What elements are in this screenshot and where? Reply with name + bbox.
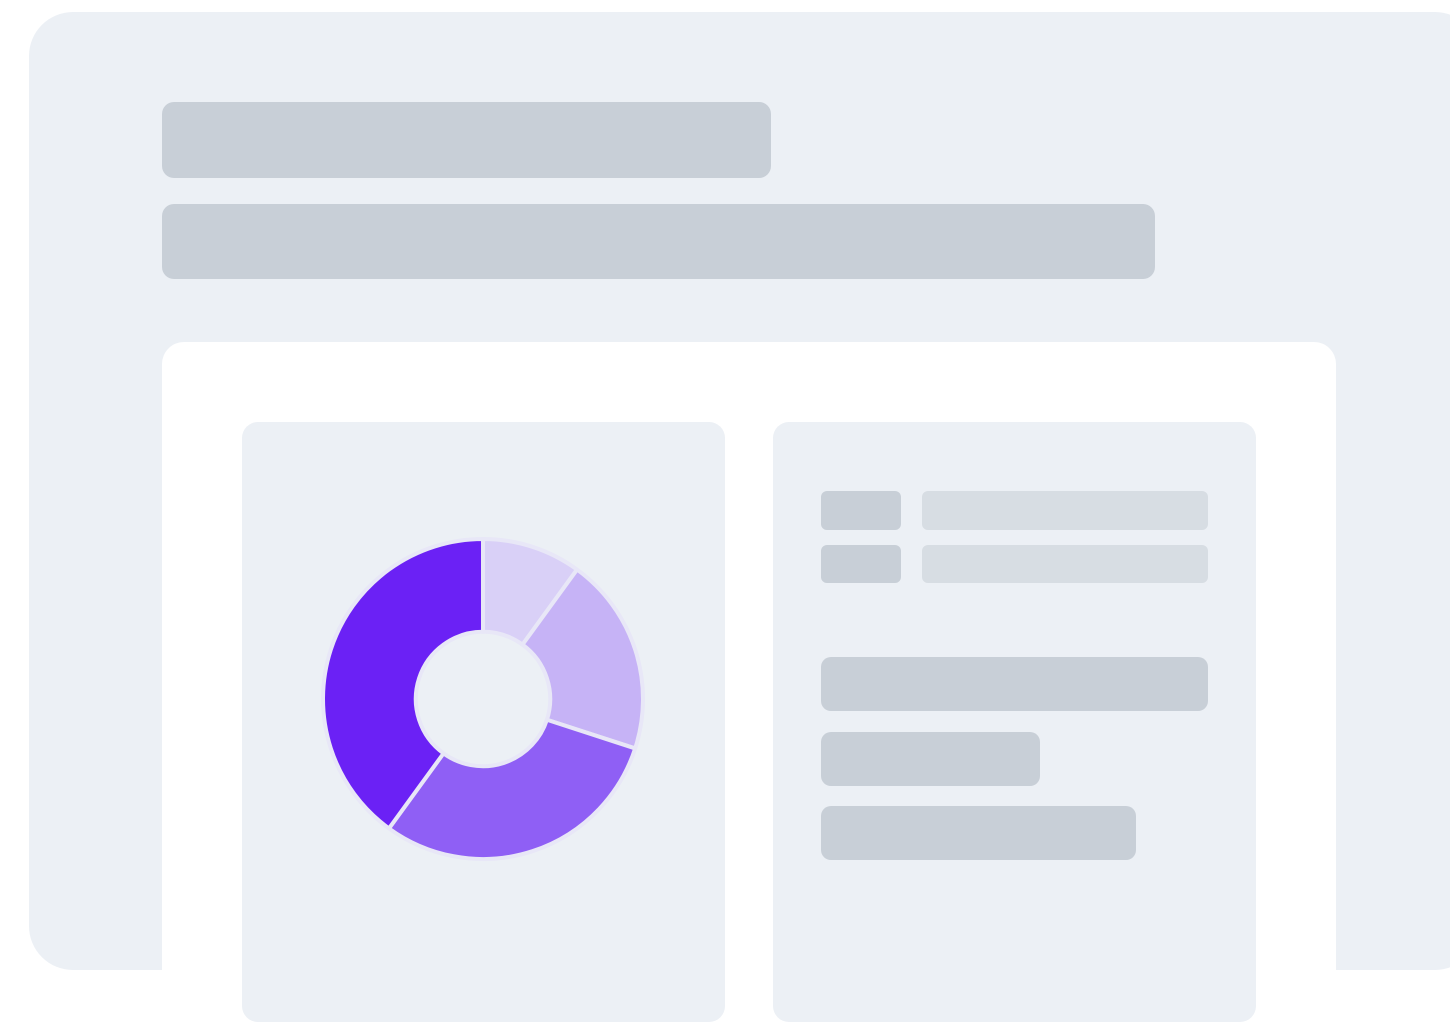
detail-line-placeholder-3 (821, 806, 1136, 860)
donut-chart (321, 537, 645, 861)
detail-line-placeholder-1 (821, 657, 1208, 711)
detail-value-placeholder-2 (922, 545, 1208, 583)
detail-key-placeholder-1 (821, 491, 901, 530)
detail-key-placeholder-2 (821, 545, 901, 583)
detail-value-placeholder-1 (922, 491, 1208, 530)
subtitle-placeholder (162, 204, 1155, 279)
title-placeholder (162, 102, 771, 178)
detail-line-placeholder-2 (821, 732, 1040, 786)
